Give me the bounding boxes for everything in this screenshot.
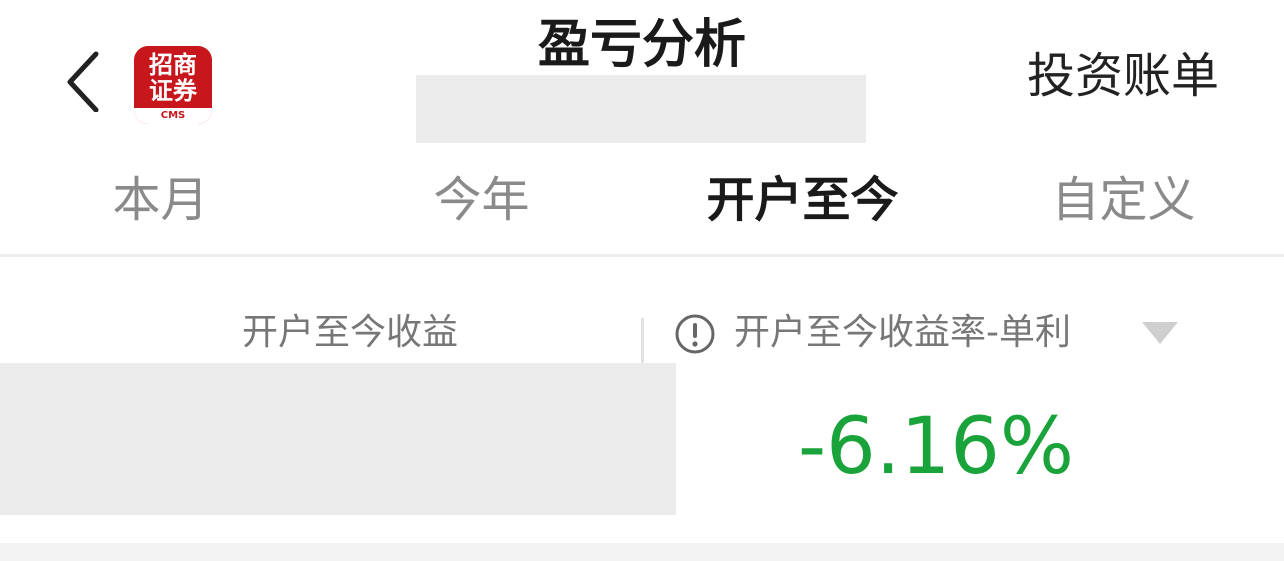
column-divider: [641, 318, 644, 364]
tab-divider: [0, 254, 1284, 257]
logo-sub: CMS: [134, 108, 212, 124]
tab-since-opening[interactable]: 开户至今: [642, 160, 963, 250]
back-button[interactable]: [58, 48, 110, 113]
rate-type-dropdown[interactable]: [1138, 318, 1182, 348]
broker-logo: 招商 证券 CMS: [134, 46, 212, 124]
page-title: 盈亏分析: [537, 15, 746, 75]
profit-label: 开户至今收益: [241, 312, 458, 353]
masked-account-info: [416, 75, 866, 143]
info-circle-icon[interactable]: [674, 313, 716, 355]
return-rate-label: 开户至今收益率-单利: [734, 312, 1071, 353]
logo-mark: 招商 证券: [149, 50, 197, 105]
tab-custom[interactable]: 自定义: [963, 160, 1284, 250]
chevron-left-icon: [67, 51, 99, 113]
tab-this-year[interactable]: 今年: [321, 160, 642, 250]
return-rate-value: -6.16%: [798, 402, 1074, 492]
section-separator: [0, 543, 1284, 561]
investment-bill-link[interactable]: 投资账单: [1000, 44, 1246, 108]
tab-this-month[interactable]: 本月: [0, 160, 321, 250]
period-tabs: 本月 今年 开户至今 自定义: [0, 160, 1284, 250]
triangle-down-icon: [1142, 322, 1178, 344]
masked-profit-value: [0, 363, 676, 515]
